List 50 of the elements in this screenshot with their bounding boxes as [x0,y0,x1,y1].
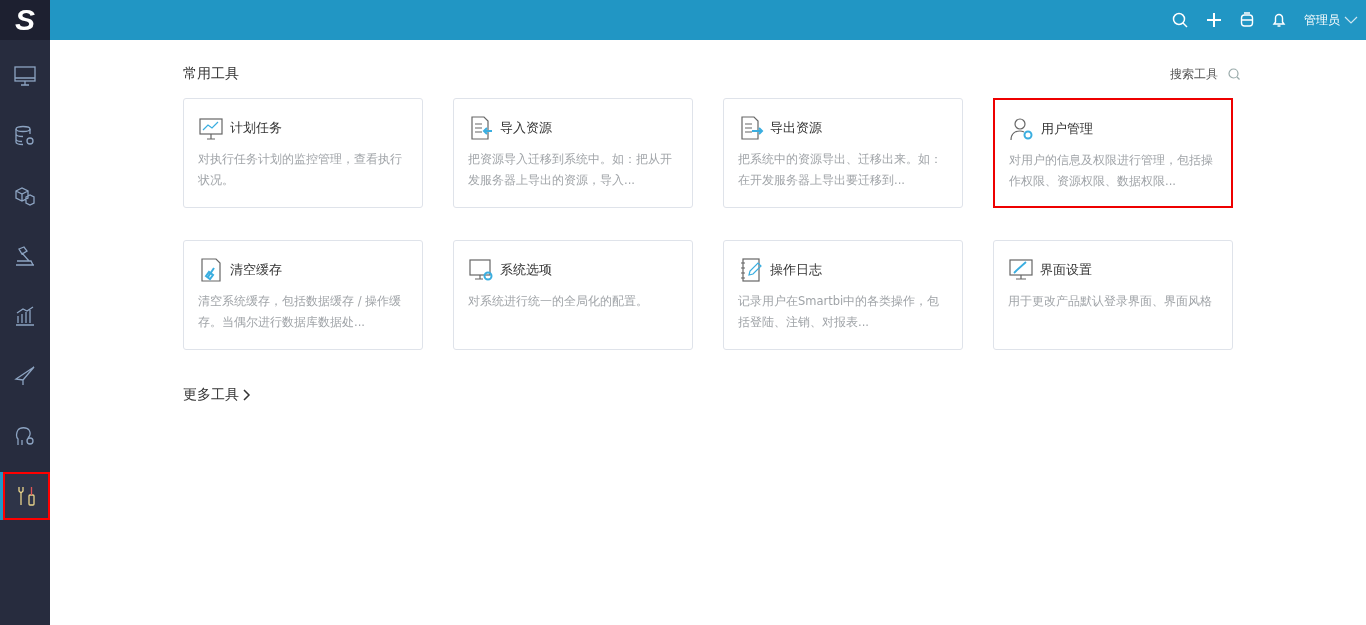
section-title: 常用工具 [183,65,239,83]
paper-plane-icon [13,364,37,388]
tool-title: 导出资源 [770,119,822,137]
tool-title: 用户管理 [1041,120,1093,138]
logo[interactable]: S [0,0,50,40]
tool-card[interactable]: 导入资源 把资源导入迁移到系统中。如：把从开发服务器上导出的资源，导入... [453,98,693,208]
plus-icon[interactable] [1206,12,1222,28]
tool-description: 把系统中的资源导出、迁移出来。如：在开发服务器上导出要迁移到... [738,151,943,189]
tool-title: 操作日志 [770,261,822,279]
tool-description: 对用户的信息及权限进行管理，包括操作权限、资源权限、数据权限... [1009,152,1214,190]
tool-title: 计划任务 [230,119,282,137]
person-gear-icon [13,424,37,448]
monitor-gear-icon [468,257,494,283]
monitor-icon [13,64,37,88]
tool-description: 把资源导入迁移到系统中。如：把从开发服务器上导出的资源，导入... [468,151,673,189]
tool-description: 用于更改产品默认登录界面、界面风格 [1008,293,1213,310]
tool-description: 记录用户在Smartbi中的各类操作，包括登陆、注销、对报表... [738,293,941,331]
tool-card[interactable]: 界面设置 用于更改产品默认登录界面、界面风格 [993,240,1233,350]
chevron-down-icon [1344,16,1358,24]
more-tools-link[interactable]: 更多工具 [183,386,251,404]
sidebar-item[interactable] [0,472,50,520]
tool-title: 清空缓存 [230,261,282,279]
database-gear-icon [13,124,37,148]
tool-card[interactable]: 系统选项 对系统进行统一的全局化的配置。 [453,240,693,350]
bell-icon[interactable] [1272,12,1286,28]
tool-description: 对系统进行统一的全局化的配置。 [468,293,649,310]
chart-board-icon [198,115,224,141]
chevron-right-icon [243,389,251,401]
search-icon[interactable] [1172,12,1188,28]
hammer-icon [13,244,37,268]
document-arrow-right-icon [738,115,764,141]
search-tools-link[interactable]: 搜索工具 [1170,65,1240,83]
document-brush-icon [198,257,224,283]
robot-icon[interactable] [1240,12,1254,28]
tool-description: 清空系统缓存，包括数据缓存 / 操作缓存。当偶尔进行数据库数据处... [198,293,403,331]
tool-title: 系统选项 [500,261,552,279]
tool-description: 对执行任务计划的监控管理，查看执行状况。 [198,151,403,189]
document-arrow-left-icon [468,115,494,141]
bar-chart-icon [13,304,37,328]
monitor-brush-icon [1008,257,1034,283]
tool-card[interactable]: 操作日志 记录用户在Smartbi中的各类操作，包括登陆、注销、对报表... [723,240,963,350]
tool-card[interactable]: 清空缓存 清空系统缓存，包括数据缓存 / 操作缓存。当偶尔进行数据库数据处... [183,240,423,350]
search-icon [1228,68,1240,80]
tool-card[interactable]: 用户管理 对用户的信息及权限进行管理，包括操作权限、资源权限、数据权限... [993,98,1233,208]
tool-card[interactable]: 计划任务 对执行任务计划的监控管理，查看执行状况。 [183,98,423,208]
notebook-pencil-icon [738,257,764,283]
user-gear-icon [1009,116,1035,142]
tool-title: 导入资源 [500,119,552,137]
tool-card[interactable]: 导出资源 把系统中的资源导出、迁移出来。如：在开发服务器上导出要迁移到... [723,98,963,208]
tool-title: 界面设置 [1040,261,1092,279]
